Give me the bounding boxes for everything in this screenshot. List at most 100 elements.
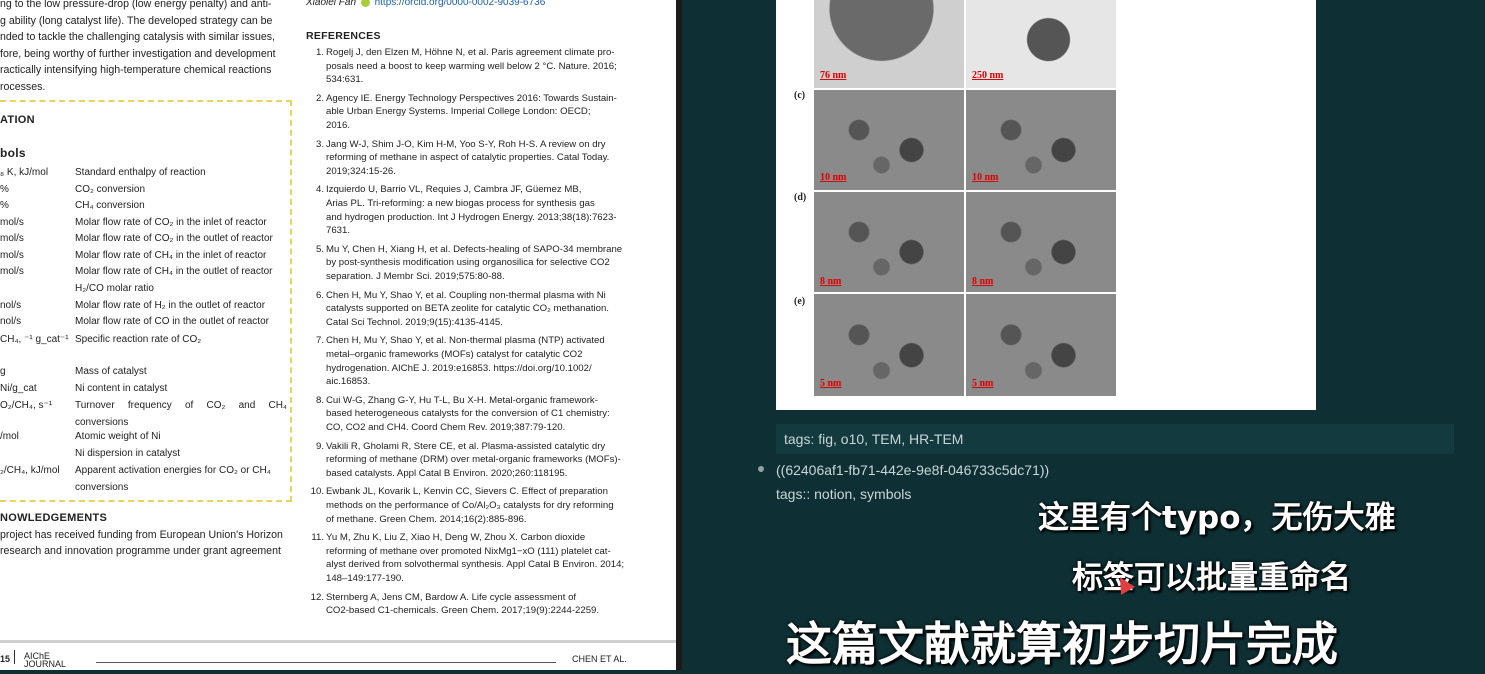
nomenclature-heading: ATION (0, 114, 35, 126)
reference-line: reforming of methane over promoted NixMg… (326, 545, 611, 557)
symbol: ₂/CH₄, kJ/mol (0, 465, 60, 476)
symbol-description: Molar flow rate of CO in the outlet of r… (75, 316, 269, 327)
row-label: (d) (794, 192, 807, 203)
block-reference[interactable]: ((62406af1-fb71-442e-9e8f-046733c5dc71)) (776, 462, 1049, 478)
reference-line: Ewbank JL, Kovarik L, Kenvin CC, Sievers… (326, 486, 608, 498)
acknowledgements-heading: NOWLEDGEMENTS (0, 512, 108, 524)
subtitle-line-3: 这篇文献就算初步切片完成 (786, 617, 1338, 671)
reference-text: Izquierdo U, Barrio VL, Requies J, Cambr… (326, 183, 617, 237)
reference-text: Ewbank JL, Kovarik L, Kenvin CC, Sievers… (326, 485, 616, 526)
symbol-description: Atomic weight of Ni (75, 431, 161, 442)
reference-line: Sternberg A, Jens CM, Bardow A. Life cyc… (326, 591, 577, 603)
reference-line: methods on the performance of Co/Al₂O₃ c… (326, 499, 614, 511)
reference-line: Jang W-J, Shim J-O, Kim H-M, Yoo S-Y, Ro… (326, 138, 606, 150)
reference-line: Chen H, Mu Y, Shao Y, et al. Coupling no… (326, 289, 606, 301)
symbol-description: CH₄ conversion (75, 200, 145, 211)
symbol-description: Molar flow rate of CO₂ in the outlet of … (75, 233, 273, 244)
reference-number: 5. (315, 243, 324, 255)
footer-rule (96, 662, 556, 663)
reference-line: of methane. Green Chem. 2014;16(2):885-8… (326, 513, 527, 525)
footer-separator (14, 650, 15, 664)
scale-label: 5 nm (972, 378, 994, 389)
horizontal-scrollbar[interactable] (0, 640, 676, 643)
intro-line: ng to the low pressure-drop (low energy … (0, 0, 272, 10)
reference-number: 11. (311, 532, 324, 544)
reference-number: 3. (315, 138, 324, 150)
symbol: mol/s (0, 266, 24, 277)
reference-line: and hydrogen production. Int J Hydrogen … (326, 211, 617, 223)
reference-text: Yu M, Zhu K, Liu Z, Xiao H, Deng W, Zhou… (326, 531, 625, 585)
reference-line: separation. J Membr Sci. 2019;575:80-88. (326, 270, 505, 282)
reference-line: posals need a boost to keep warming well… (326, 60, 617, 72)
running-author: CHEN ET AL. (572, 654, 627, 664)
reference-text: Rogelj J, den Elzen M, Höhne N, et al. P… (326, 46, 617, 87)
reference-number: 8. (315, 394, 324, 406)
symbol-description: Specific reaction rate of CO₂ (75, 334, 202, 345)
reference-text: Agency IE. Energy Technology Perspective… (326, 92, 617, 133)
reference-line: CO2-based C1-chemicals. Green Chem. 2017… (326, 605, 600, 617)
reference-line: Catal Sci Technol. 2019;9(15):4135-4145. (326, 316, 503, 328)
reference-line: Izquierdo U, Barrio VL, Requies J, Cambr… (326, 184, 582, 196)
symbol: ₈ K, kJ/mol (0, 167, 49, 178)
reference-line: 148–149:177-190. (326, 572, 404, 584)
reference-text: Vakili R, Gholami R, Stere CE, et al. Pl… (326, 440, 621, 481)
figure-tags-text: tags: fig, o10, TEM, HR-TEM (784, 431, 964, 447)
symbol: Ni/g_cat (0, 383, 37, 394)
reference-line: Vakili R, Gholami R, Stere CE, et al. Pl… (326, 440, 606, 452)
intro-line: ractically intensifying high-temperature… (0, 64, 272, 76)
scale-label: 250 nm (972, 70, 1004, 81)
reference-line: alyst derived from solvothermal synthesi… (326, 559, 625, 571)
orcid-link[interactable]: https://orcid.org/0000-0002-9039-6736 (375, 0, 546, 8)
reference-number: 1. (315, 47, 324, 58)
reference-number: 2. (315, 92, 324, 104)
subtitle-line-1: 这里有个typo，无伤大雅 (1038, 500, 1396, 536)
symbol: mol/s (0, 233, 24, 244)
figure-tags[interactable]: tags: fig, o10, TEM, HR-TEM (776, 424, 1454, 454)
references-heading: REFERENCES (306, 30, 381, 42)
symbol-description: H₂/CO molar ratio (75, 283, 154, 294)
reference-number: 6. (315, 289, 324, 301)
symbol-description: Molar flow rate of CO₂ in the inlet of r… (75, 217, 267, 228)
symbol: mol/s (0, 217, 24, 228)
reference-line: able Urban Energy Systems. Imperial Coll… (326, 106, 591, 118)
block-bullet[interactable] (758, 466, 764, 472)
intro-line: rocesses. (0, 80, 46, 93)
reference-line: 7631. (326, 225, 351, 237)
reference-line: Agency IE. Energy Technology Perspective… (326, 92, 617, 104)
orcid-icon (360, 0, 370, 7)
symbol: g (0, 366, 6, 377)
reference-line: by post-synthesis modification using org… (326, 257, 610, 269)
tem-figure: 76 nm 250 nm (c) 10 nm 10 nm (d) 8 nm 8 … (776, 0, 1316, 410)
reference-text: Sternberg A, Jens CM, Bardow A. Life cyc… (326, 591, 616, 618)
reference-text: Mu Y, Chen H, Xiang H, et al. Defects-he… (326, 243, 622, 284)
row-label: (c) (794, 90, 806, 101)
reference-text: Cui W-G, Zhang G-Y, Hu T-L, Bu X-H. Meta… (326, 394, 616, 435)
reference-line: catalysts supported on BETA zeolite for … (326, 303, 609, 315)
reference-line: reforming of methane (DRM) over metal-or… (326, 454, 621, 466)
author-line: Xiaolei Fan https://orcid.org/0000-0002-… (306, 0, 545, 10)
row-label: (e) (794, 296, 806, 307)
tags-property[interactable]: tags:: notion, symbols (776, 486, 911, 502)
reference-line: reforming of methane in aspect of cataly… (326, 152, 610, 164)
intro-paragraph: ng to the low pressure-drop (low energy … (0, 0, 276, 95)
reference-line: metal–organic frameworks (MOFs) catalyst… (326, 348, 583, 360)
nomenclature-box: ATION bols ₈ K, kJ/mol Standard enthalpy … (0, 100, 292, 502)
reference-line: aic.16853. (326, 376, 371, 388)
symbol-description: CO₂ conversion (75, 184, 146, 195)
symbol-description: Ni dispersion in catalyst (75, 448, 181, 459)
reference-line: Arias PL. Tri-reforming: a new biogas pr… (326, 197, 595, 209)
journal-name: AIChE JOURNAL (24, 651, 67, 669)
ack-line: project has received funding from Europe… (0, 529, 283, 541)
reference-line: 2016. (326, 119, 351, 131)
reference-line: Cui W-G, Zhang G-Y, Hu T-L, Bu X-H. Meta… (326, 394, 598, 406)
symbol: O₂/CH₄, s⁻¹ (0, 400, 53, 411)
symbol: nol/s (0, 300, 22, 311)
reference-number: 7. (315, 335, 324, 347)
symbols-heading: bols (0, 146, 26, 160)
reference-number: 12. (310, 591, 324, 603)
reference-text: Jang W-J, Shim J-O, Kim H-M, Yoo S-Y, Ro… (326, 138, 616, 179)
symbol: nol/s (0, 316, 22, 327)
symbol-description: Molar flow rate of H₂ in the outlet of r… (75, 300, 266, 311)
reference-number: 10. (310, 486, 324, 498)
scale-label: 8 nm (972, 276, 994, 287)
